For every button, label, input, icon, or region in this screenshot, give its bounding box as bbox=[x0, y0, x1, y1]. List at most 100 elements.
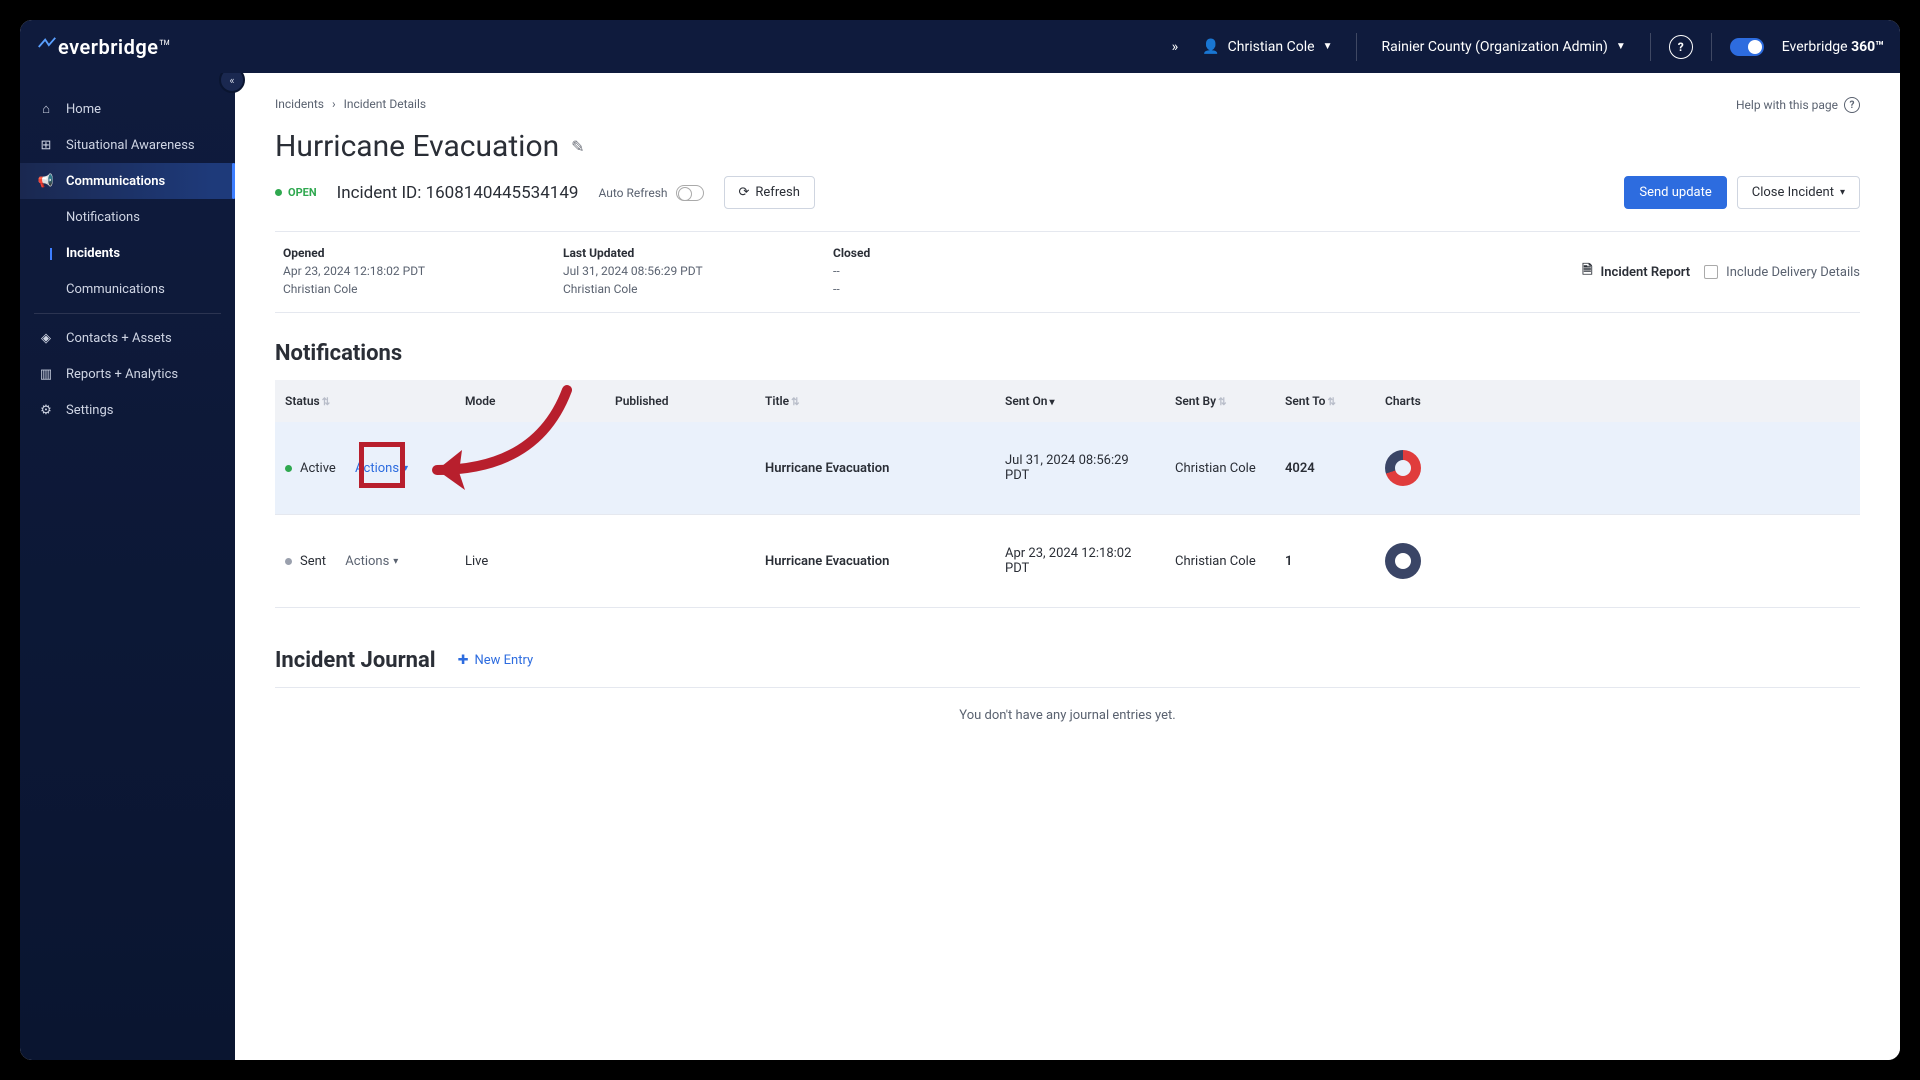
sidebar-item-label: Settings bbox=[66, 403, 113, 418]
send-update-button[interactable]: Send update bbox=[1624, 176, 1726, 209]
user-icon: 👤 bbox=[1202, 39, 1219, 55]
edit-icon[interactable]: ✎ bbox=[571, 137, 584, 156]
sidebar-item-contacts[interactable]: ◈ Contacts + Assets bbox=[20, 320, 235, 356]
sidebar-item-label: Incidents bbox=[66, 246, 120, 261]
sort-icon: ⇅ bbox=[791, 397, 799, 408]
sidebar-sub-notifications[interactable]: Notifications bbox=[20, 199, 235, 235]
help-icon[interactable]: ? bbox=[1669, 35, 1693, 59]
status-dot-icon bbox=[285, 465, 292, 472]
sort-desc-icon: ▾ bbox=[1049, 397, 1054, 408]
product-toggle[interactable] bbox=[1730, 38, 1764, 56]
cell-sent-on: Apr 23, 2024 12:18:02 PDT bbox=[995, 515, 1165, 608]
refresh-button[interactable]: ⟳Refresh bbox=[724, 176, 815, 209]
meta-updated: Last Updated Jul 31, 2024 08:56:29 PDT C… bbox=[555, 246, 825, 298]
cell-published bbox=[605, 515, 755, 608]
incident-meta: Opened Apr 23, 2024 12:18:02 PDT Christi… bbox=[275, 231, 1860, 313]
user-menu[interactable]: 👤 Christian Cole ▼ bbox=[1196, 20, 1338, 73]
include-delivery-checkbox[interactable]: Include Delivery Details bbox=[1704, 265, 1860, 280]
pdf-icon: 🗎 bbox=[1582, 261, 1592, 283]
meta-opened: Opened Apr 23, 2024 12:18:02 PDT Christi… bbox=[275, 246, 555, 298]
breadcrumb-current: Incident Details bbox=[344, 97, 426, 111]
expand-icon[interactable]: » bbox=[1172, 39, 1179, 55]
status-badge: OPEN bbox=[275, 186, 317, 199]
chart-icon: ▥ bbox=[38, 366, 54, 382]
help-icon: ? bbox=[1844, 97, 1860, 113]
cell-sent-on: Jul 31, 2024 08:56:29 PDT bbox=[995, 422, 1165, 515]
status-text: Sent bbox=[300, 554, 326, 569]
cell-sent-by: Christian Cole bbox=[1165, 515, 1275, 608]
close-incident-button[interactable]: Close Incident ▾ bbox=[1737, 176, 1860, 209]
help-with-page[interactable]: Help with this page ? bbox=[1736, 97, 1860, 113]
status-text: Active bbox=[300, 461, 336, 476]
incident-report-link[interactable]: 🗎Incident Report bbox=[1582, 261, 1690, 283]
breadcrumb-root[interactable]: Incidents bbox=[275, 97, 324, 111]
brand-logo[interactable]: everbridge™ bbox=[36, 35, 236, 59]
shield-icon: ◈ bbox=[38, 330, 54, 346]
col-charts: Charts bbox=[1375, 380, 1860, 422]
help-label: Help with this page bbox=[1736, 98, 1838, 112]
col-status[interactable]: Status⇅ bbox=[275, 380, 455, 422]
cell-sent-by: Christian Cole bbox=[1165, 422, 1275, 515]
product-name: Everbridge 360™ bbox=[1782, 39, 1884, 55]
cell-title: Hurricane Evacuation bbox=[755, 422, 995, 515]
notifications-heading: Notifications bbox=[275, 341, 1860, 366]
status-dot-icon bbox=[275, 189, 282, 196]
plus-icon: ✚ bbox=[458, 653, 469, 668]
col-published[interactable]: Published bbox=[605, 380, 755, 422]
cell-title: Hurricane Evacuation bbox=[755, 515, 995, 608]
separator bbox=[1356, 33, 1357, 61]
cell-published bbox=[605, 422, 755, 515]
col-sent-by[interactable]: Sent By⇅ bbox=[1165, 380, 1275, 422]
table-row[interactable]: Sent Actions ▾ Live Hurricane Evacuation… bbox=[275, 515, 1860, 608]
refresh-icon: ⟳ bbox=[739, 185, 750, 200]
separator bbox=[1650, 33, 1651, 61]
sidebar-item-communications[interactable]: 📢Communications bbox=[20, 163, 235, 199]
col-mode[interactable]: Mode bbox=[455, 380, 605, 422]
col-sent-on[interactable]: Sent On▾ bbox=[995, 380, 1165, 422]
cell-mode: Live bbox=[455, 515, 605, 608]
journal-heading: Incident Journal bbox=[275, 648, 436, 673]
auto-refresh-toggle[interactable] bbox=[676, 185, 704, 201]
cell-sent-to: 4024 bbox=[1275, 422, 1375, 515]
gear-icon: ⚙ bbox=[38, 402, 54, 418]
row-actions-menu[interactable]: Actions ▾ bbox=[345, 554, 398, 569]
sort-icon: ⇅ bbox=[1218, 397, 1226, 408]
donut-chart-icon[interactable] bbox=[1385, 543, 1421, 579]
brand-name: everbridge™ bbox=[58, 35, 171, 59]
caret-down-icon: ▼ bbox=[1323, 41, 1333, 52]
sidebar-item-settings[interactable]: ⚙ Settings bbox=[20, 392, 235, 428]
auto-refresh: Auto Refresh bbox=[598, 185, 703, 201]
sidebar-sub-communications[interactable]: Communications bbox=[20, 271, 235, 307]
sidebar-item-situational[interactable]: ⊞Situational Awareness bbox=[20, 127, 235, 163]
sidebar-item-reports[interactable]: ▥Reports + Analytics bbox=[20, 356, 235, 392]
journal-empty-message: You don't have any journal entries yet. bbox=[275, 708, 1860, 723]
caret-down-icon: ▾ bbox=[1840, 187, 1845, 198]
main-content: Incidents › Incident Details Help with t… bbox=[235, 73, 1900, 1060]
incident-id: Incident ID: 1608140445534149 bbox=[337, 183, 579, 203]
sidebar-item-label: Home bbox=[66, 102, 101, 117]
new-entry-button[interactable]: ✚New Entry bbox=[458, 653, 534, 668]
separator bbox=[34, 313, 221, 314]
sidebar-item-label: Notifications bbox=[66, 210, 140, 225]
org-menu[interactable]: Rainier County (Organization Admin) ▼ bbox=[1375, 20, 1631, 73]
auto-refresh-label: Auto Refresh bbox=[598, 186, 667, 200]
home-icon: ⌂ bbox=[38, 101, 54, 117]
col-title[interactable]: Title⇅ bbox=[755, 380, 995, 422]
sidebar-item-home[interactable]: ⌂ Home bbox=[20, 91, 235, 127]
sort-icon: ⇅ bbox=[1327, 397, 1335, 408]
page-title: Hurricane Evacuation bbox=[275, 129, 559, 164]
sidebar-sub-incidents[interactable]: Incidents bbox=[20, 235, 235, 271]
col-sent-to[interactable]: Sent To⇅ bbox=[1275, 380, 1375, 422]
status-dot-icon bbox=[285, 558, 292, 565]
table-row[interactable]: Active Actions ▾ Hurricane Evacuation Ju… bbox=[275, 422, 1860, 515]
donut-chart-icon[interactable] bbox=[1385, 450, 1421, 486]
everbridge-mark-icon bbox=[36, 36, 58, 58]
separator bbox=[275, 687, 1860, 688]
megaphone-icon: 📢 bbox=[38, 173, 54, 189]
caret-down-icon: ▼ bbox=[1616, 41, 1626, 52]
breadcrumb: Incidents › Incident Details bbox=[275, 97, 1860, 111]
cell-mode bbox=[455, 422, 605, 515]
cell-sent-to: 1 bbox=[1275, 515, 1375, 608]
sidebar-item-label: Contacts + Assets bbox=[66, 331, 172, 346]
row-actions-menu[interactable]: Actions ▾ bbox=[355, 461, 408, 476]
